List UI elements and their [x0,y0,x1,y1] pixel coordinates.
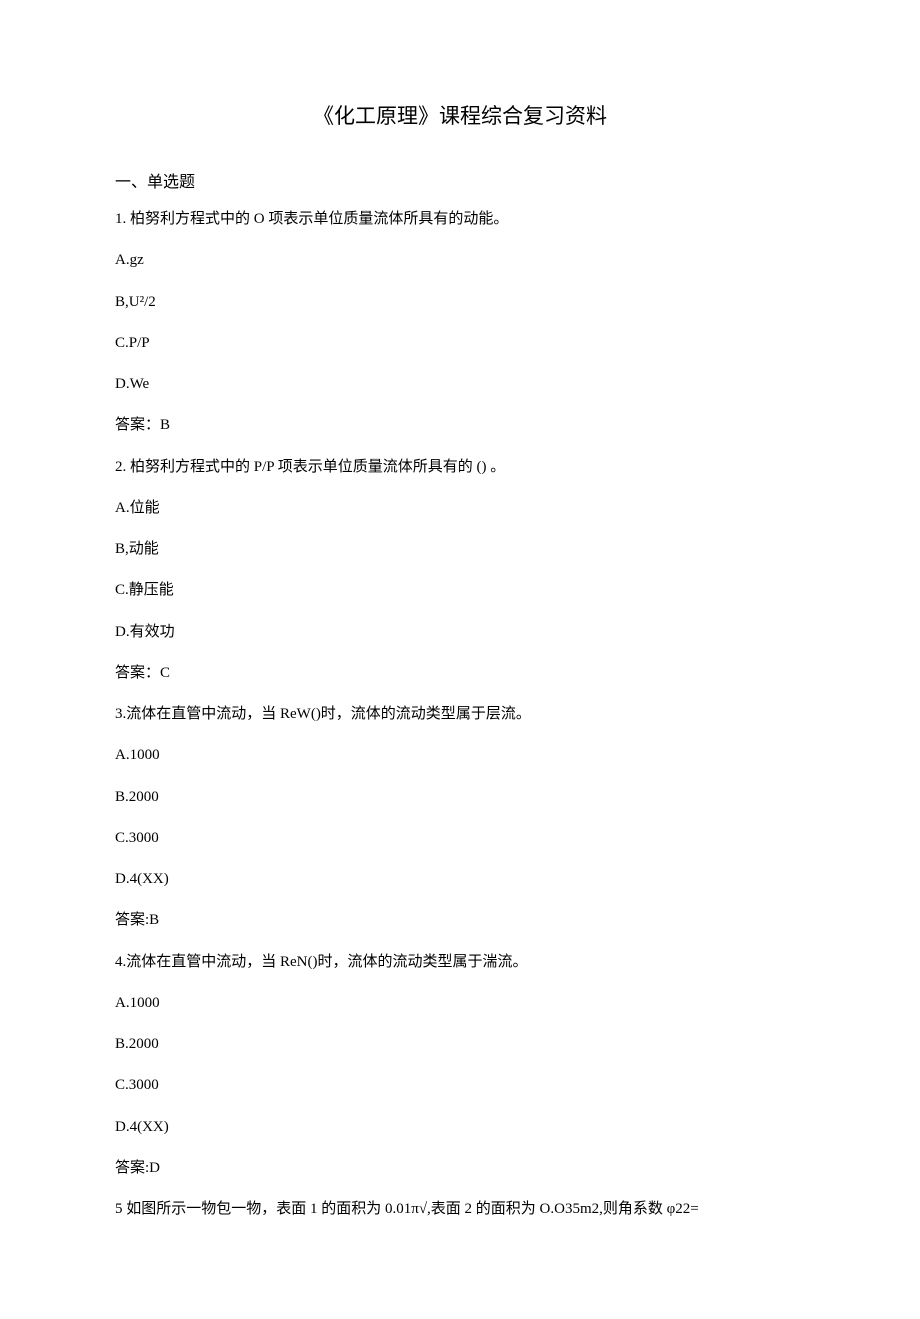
q1-option-a: A.gz [115,249,805,272]
q2-answer: 答案：C [115,662,805,685]
document-title: 《化工原理》课程综合复习资料 [115,100,805,130]
q4-answer: 答案:D [115,1157,805,1180]
q1-option-c: C.P/P [115,332,805,355]
q4-option-d: D.4(XX) [115,1116,805,1139]
q3-option-d: D.4(XX) [115,868,805,891]
q2-option-b: B,动能 [115,538,805,561]
document-page: 《化工原理》课程综合复习资料 一、单选题 1. 柏努利方程式中的 O 项表示单位… [0,0,920,1319]
q3-option-b: B.2000 [115,786,805,809]
q3-option-a: A.1000 [115,744,805,767]
q2-option-a: A.位能 [115,497,805,520]
q3-prompt: 3.流体在直管中流动，当 ReW()时，流体的流动类型属于层流。 [115,703,805,726]
q1-answer: 答案：B [115,414,805,437]
q1-option-d: D.We [115,373,805,396]
q3-option-c: C.3000 [115,827,805,850]
q4-option-b: B.2000 [115,1033,805,1056]
q1-option-b: B,U²/2 [115,291,805,314]
q3-answer: 答案:B [115,909,805,932]
q2-prompt: 2. 柏努利方程式中的 P/P 项表示单位质量流体所具有的 () 。 [115,456,805,479]
q4-prompt: 4.流体在直管中流动，当 ReN()时，流体的流动类型属于湍流。 [115,951,805,974]
q4-option-c: C.3000 [115,1074,805,1097]
q2-option-c: C.静压能 [115,579,805,602]
section-heading: 一、单选题 [115,168,805,192]
q5-prompt: 5 如图所示一物包一物，表面 1 的面积为 0.01π√,表面 2 的面积为 O… [115,1198,805,1221]
q1-prompt: 1. 柏努利方程式中的 O 项表示单位质量流体所具有的动能。 [115,208,805,231]
q4-option-a: A.1000 [115,992,805,1015]
q2-option-d: D.有效功 [115,621,805,644]
